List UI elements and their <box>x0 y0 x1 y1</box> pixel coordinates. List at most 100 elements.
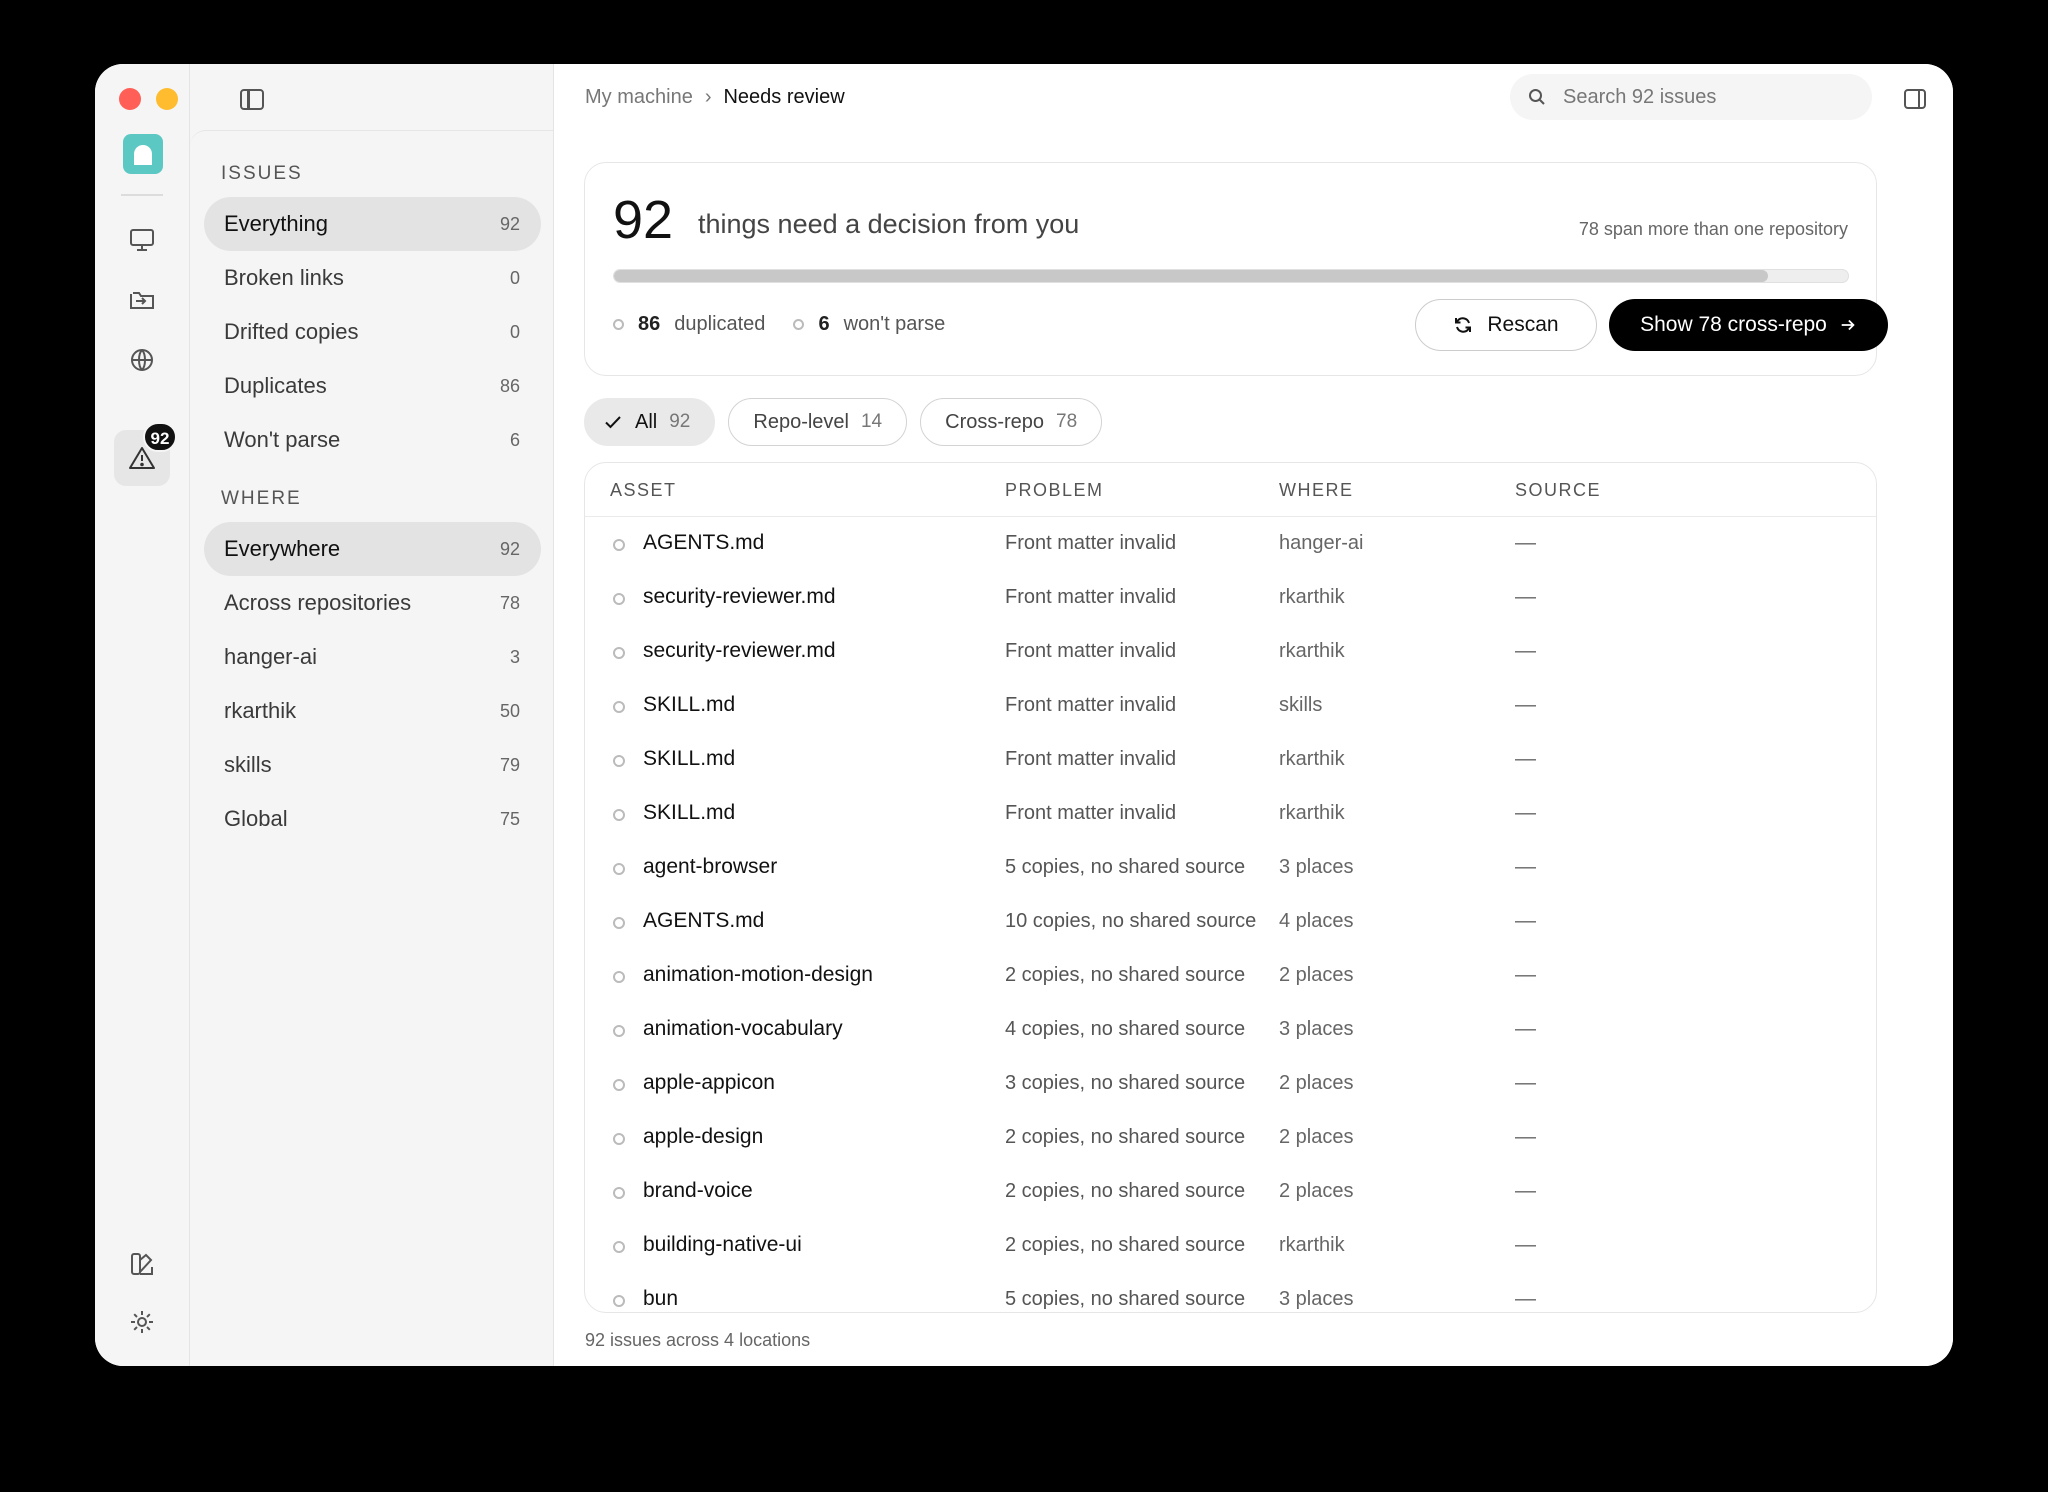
source-cell: — <box>1515 1287 1536 1310</box>
where-cell: rkarthik <box>1279 802 1345 824</box>
status-ring-icon <box>613 1295 625 1307</box>
table-row[interactable]: bun 5 copies, no shared source 3 places — <box>585 1273 1876 1312</box>
column-header-where[interactable]: WHERE <box>1279 480 1354 501</box>
folder-import-icon[interactable] <box>122 280 162 320</box>
table-row[interactable]: SKILL.md Front matter invalid skills — <box>585 679 1876 733</box>
table-row[interactable]: building-native-ui 2 copies, no shared so… <box>585 1219 1876 1273</box>
gear-icon[interactable] <box>122 1302 162 1342</box>
chip-label: All <box>635 410 658 433</box>
sidebar-item-broken-links[interactable]: Broken links 0 <box>204 251 541 305</box>
breadcrumb-root[interactable]: My machine <box>585 86 693 109</box>
sidebar-item-skills[interactable]: skills 79 <box>204 738 541 792</box>
table-row[interactable]: SKILL.md Front matter invalid rkarthik — <box>585 787 1876 841</box>
status-ring-icon <box>613 917 625 929</box>
table-row[interactable]: AGENTS.md Front matter invalid hanger-ai — <box>585 517 1876 571</box>
problem-cell: 3 copies, no shared source <box>1005 1072 1246 1094</box>
minimize-window-button[interactable] <box>156 88 178 110</box>
source-cell: — <box>1515 909 1536 932</box>
sidebar-item-rkarthik[interactable]: rkarthik 50 <box>204 684 541 738</box>
column-header-asset[interactable]: ASSET <box>610 480 677 501</box>
problem-cell: 10 copies, no shared source <box>1005 910 1257 932</box>
chip-repo-level[interactable]: Repo-level 14 <box>728 398 908 446</box>
sidebar-item-drifted-copies[interactable]: Drifted copies 0 <box>204 305 541 359</box>
sidebar-item-hanger-ai[interactable]: hanger-ai 3 <box>204 630 541 684</box>
app-logo-icon <box>123 134 163 174</box>
status-ring-icon <box>613 971 625 983</box>
table-row[interactable]: agent-browser 5 copies, no shared source 3… <box>585 841 1876 895</box>
table-row[interactable]: AGENTS.md 10 copies, no shared source 4 pl… <box>585 895 1876 949</box>
where-section-title: WHERE <box>221 488 302 509</box>
theme-swatch-icon[interactable] <box>122 1244 162 1284</box>
sidebar-item-count: 79 <box>499 754 520 775</box>
problem-cell: Front matter invalid <box>1005 640 1177 662</box>
where-cell: 4 places <box>1279 910 1354 932</box>
table-row[interactable]: apple-design 2 copies, no shared source 2 … <box>585 1111 1876 1165</box>
chip-cross-repo[interactable]: Cross-repo 78 <box>920 398 1103 446</box>
sidebar-item-wont-parse[interactable]: Won't parse 6 <box>204 413 541 467</box>
sidebar-item-duplicates[interactable]: Duplicates 86 <box>204 359 541 413</box>
status-ring-icon <box>613 1133 625 1145</box>
close-window-button[interactable] <box>119 88 141 110</box>
table-row[interactable]: SKILL.md Front matter invalid rkarthik — <box>585 733 1876 787</box>
rescan-button[interactable]: Rescan <box>1415 299 1597 351</box>
table-row[interactable]: animation-vocabulary 4 copies, no shared … <box>585 1003 1876 1057</box>
source-cell: — <box>1515 963 1536 986</box>
inspector-panel-toggle-icon[interactable] <box>1904 89 1926 109</box>
table-row[interactable]: security-reviewer.md Front matter invalid… <box>585 571 1876 625</box>
table-row[interactable]: apple-appicon 3 copies, no shared source 2… <box>585 1057 1876 1111</box>
globe-icon[interactable] <box>122 340 162 380</box>
duplicated-label: duplicated <box>674 313 766 335</box>
summary-headline: things need a decision from you <box>698 209 1080 239</box>
rail-divider <box>121 194 163 196</box>
sidebar-item-label: Global <box>224 806 288 831</box>
status-ring-icon <box>613 809 625 821</box>
sidebar-item-label: hanger-ai <box>224 644 317 669</box>
issues-progress-bar <box>613 269 1849 283</box>
sidebar-item-everywhere[interactable]: Everywhere 92 <box>204 522 541 576</box>
search-box[interactable] <box>1510 74 1872 120</box>
problem-cell: 2 copies, no shared source <box>1005 1126 1246 1148</box>
summary-card: 92 things need a decision from you 78 sp… <box>584 162 1888 376</box>
column-header-problem[interactable]: PROBLEM <box>1005 480 1104 501</box>
asset-cell: apple-design <box>643 1125 764 1148</box>
wont-parse-marker <box>793 319 805 330</box>
table-row[interactable]: animation-motion-design 2 copies, no shar… <box>585 949 1876 1003</box>
status-ring-icon <box>613 593 625 605</box>
table-row[interactable]: security-reviewer.md Front matter invalid… <box>585 625 1876 679</box>
chip-label: Cross-repo <box>945 410 1045 433</box>
sidebar-item-label: Everything <box>224 211 328 236</box>
asset-cell: security-reviewer.md <box>643 585 836 608</box>
asset-cell: bun <box>643 1287 679 1310</box>
asset-cell: AGENTS.md <box>643 909 765 932</box>
monitor-icon[interactable] <box>122 220 162 260</box>
where-cell: 2 places <box>1279 964 1354 986</box>
status-ring-icon <box>613 1241 625 1253</box>
filter-sidebar: ISSUES Everything 92 Broken links 0 Drif… <box>190 64 554 1366</box>
column-header-source[interactable]: SOURCE <box>1515 480 1601 501</box>
status-ring-icon <box>613 701 625 713</box>
issues-table: ASSET PROBLEM WHERE SOURCE AGENTS.md Fron… <box>584 462 1877 1313</box>
scope-filter-chips: All 92 Repo-level 14 Cross-repo 78 <box>584 398 1103 446</box>
sidebar-toggle-icon[interactable] <box>240 89 264 110</box>
sidebar-item-label: Everywhere <box>224 536 341 561</box>
show-cross-repo-button[interactable]: Show 78 cross-repo <box>1609 299 1888 351</box>
chip-label: Repo-level <box>753 410 849 433</box>
source-cell: — <box>1515 531 1536 554</box>
where-cell: rkarthik <box>1279 586 1345 608</box>
status-footer: 92 issues across 4 locations <box>585 1330 811 1350</box>
source-cell: — <box>1515 801 1536 824</box>
chip-all[interactable]: All 92 <box>584 398 716 446</box>
sidebar-item-label: rkarthik <box>224 698 297 723</box>
source-cell: — <box>1515 1071 1536 1094</box>
asset-cell: building-native-ui <box>643 1233 802 1256</box>
table-body: AGENTS.md Front matter invalid hanger-ai — s… <box>585 517 1876 1312</box>
asset-cell: SKILL.md <box>643 693 736 716</box>
sidebar-item-across-repositories[interactable]: Across repositories 78 <box>204 576 541 630</box>
issues-count-badge: 92 <box>143 422 177 452</box>
source-cell: — <box>1515 1233 1536 1256</box>
table-row[interactable]: brand-voice 2 copies, no shared source 2 p… <box>585 1165 1876 1219</box>
app-window: 92 ISSUES Everything 92 Broken links 0 D… <box>95 64 1953 1366</box>
sidebar-item-everything[interactable]: Everything 92 <box>204 197 541 251</box>
sidebar-item-global[interactable]: Global 75 <box>204 792 541 846</box>
search-input[interactable] <box>1563 85 1843 109</box>
